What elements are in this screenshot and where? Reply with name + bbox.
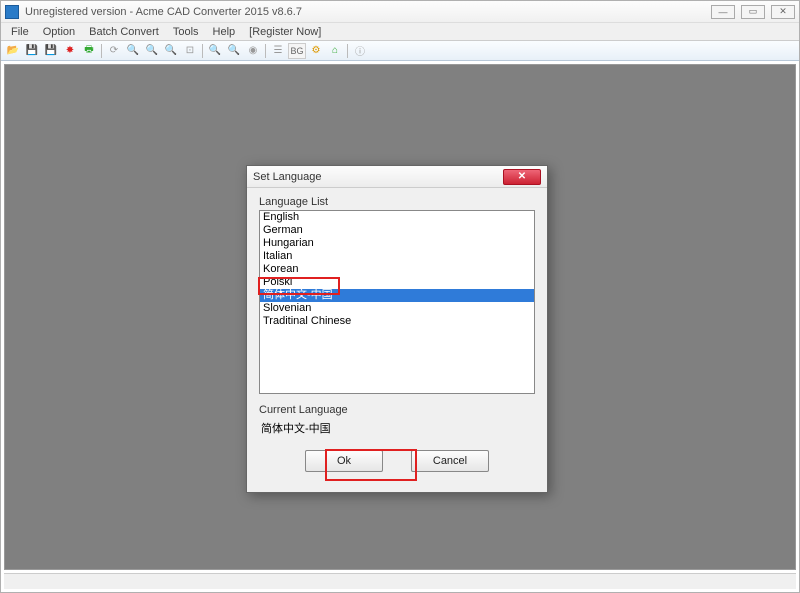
menu-register[interactable]: [Register Now] [243,25,327,39]
current-language-value: 简体中文-中国 [259,420,535,436]
language-listbox[interactable]: EnglishGermanHungarianItalianKoreanPolsk… [259,210,535,394]
menu-batch-convert[interactable]: Batch Convert [83,25,165,39]
language-option[interactable]: German [260,224,534,237]
info-icon[interactable]: ⓘ [351,43,369,59]
pan-icon[interactable]: 🔍 [206,43,224,59]
view-icon[interactable]: ◉ [244,43,262,59]
menubar: File Option Batch Convert Tools Help [Re… [1,23,799,41]
zoom-in-icon[interactable]: 🔍 [124,43,142,59]
menu-help[interactable]: Help [207,25,242,39]
open-icon[interactable]: 📂 [4,43,22,59]
menu-tools[interactable]: Tools [167,25,205,39]
separator [347,44,348,58]
zoom-window-icon[interactable]: ⊡ [181,43,199,59]
dialog-close-button[interactable]: ✕ [503,169,541,185]
menu-option[interactable]: Option [37,25,81,39]
background-button[interactable]: BG [288,43,306,59]
batch-icon[interactable]: ✸ [61,43,79,59]
ok-button[interactable]: Ok [305,450,383,472]
separator [101,44,102,58]
home-icon[interactable]: ⌂ [326,43,344,59]
statusbar [4,573,796,589]
current-language-label: Current Language [259,404,535,416]
zoom-fit-icon[interactable]: 🔍 [162,43,180,59]
layers-icon[interactable]: ☰ [269,43,287,59]
language-option[interactable]: English [260,211,534,224]
language-option[interactable]: Traditinal Chinese [260,315,534,328]
language-option[interactable]: 简体中文-中国 [260,289,534,302]
app-icon [5,5,19,19]
language-option[interactable]: Slovenian [260,302,534,315]
dialog-titlebar: Set Language ✕ [247,166,547,188]
set-language-dialog: Set Language ✕ Language List EnglishGerm… [246,165,548,493]
rotate-icon[interactable]: 🔍 [225,43,243,59]
minimize-button[interactable]: — [711,5,735,19]
separator [202,44,203,58]
refresh-icon[interactable]: ⟳ [105,43,123,59]
cancel-button[interactable]: Cancel [411,450,489,472]
menu-file[interactable]: File [5,25,35,39]
save-icon[interactable]: 💾 [23,43,41,59]
language-list-label: Language List [259,196,535,208]
window-title: Unregistered version - Acme CAD Converte… [25,6,711,18]
language-option[interactable]: Italian [260,250,534,263]
separator [265,44,266,58]
language-option[interactable]: Korean [260,263,534,276]
titlebar: Unregistered version - Acme CAD Converte… [1,1,799,23]
save-all-icon[interactable]: 💾 [42,43,60,59]
zoom-out-icon[interactable]: 🔍 [143,43,161,59]
close-button[interactable]: ✕ [771,5,795,19]
language-option[interactable]: Polski [260,276,534,289]
toolbar: 📂 💾 💾 ✸ 🖶 ⟳ 🔍 🔍 🔍 ⊡ 🔍 🔍 ◉ ☰ BG ⚙ ⌂ ⓘ [1,41,799,61]
dialog-title: Set Language [253,171,503,183]
settings-icon[interactable]: ⚙ [307,43,325,59]
maximize-button[interactable]: ▭ [741,5,765,19]
print-icon[interactable]: 🖶 [80,43,98,59]
language-option[interactable]: Hungarian [260,237,534,250]
